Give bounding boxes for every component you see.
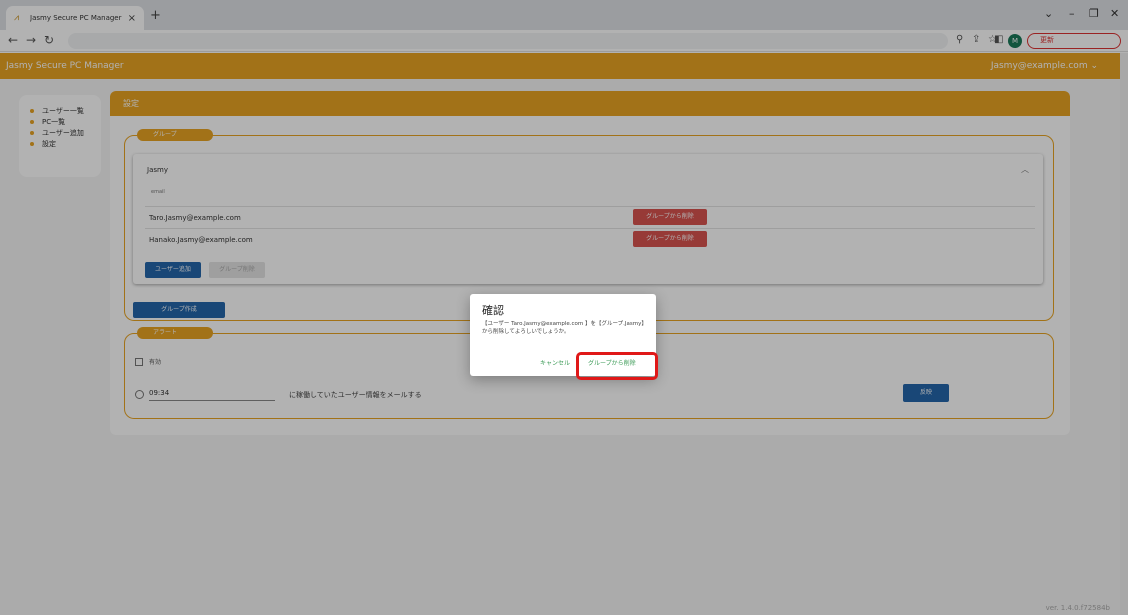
dialog-title: 確認	[482, 304, 504, 317]
cancel-button[interactable]: キャンセル	[540, 358, 570, 367]
version-label: ver. 1.4.0.f72584b	[1045, 604, 1110, 612]
dialog-message: 【ユーザー Taro.Jasmy@example.com 】を【グループ.Jas…	[482, 321, 647, 335]
highlight-box	[576, 352, 658, 380]
